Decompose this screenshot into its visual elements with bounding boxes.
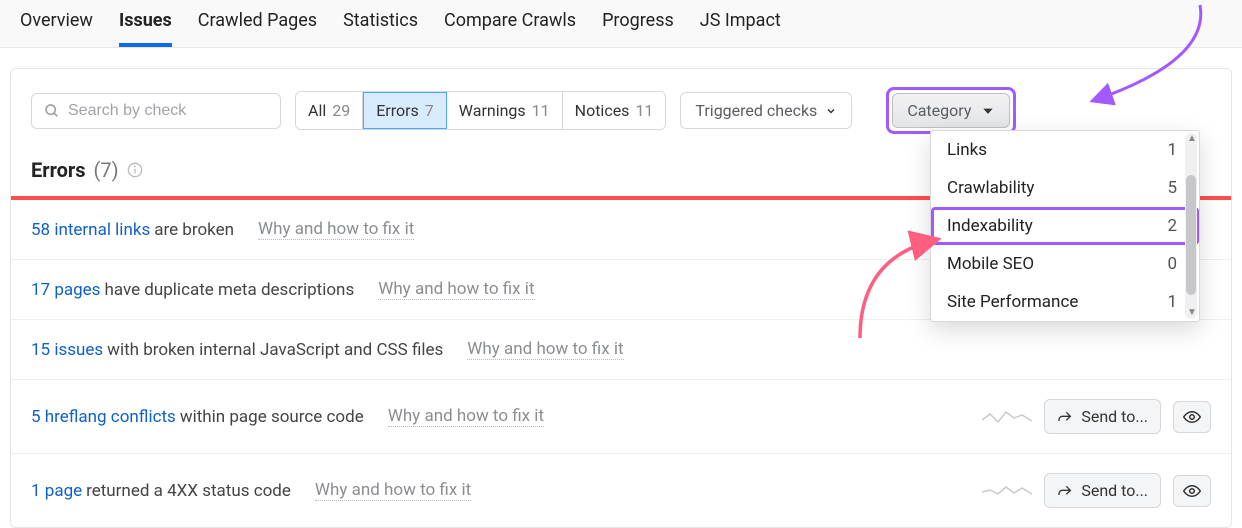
- dropdown-label: Triggered checks: [695, 101, 817, 120]
- category-popup: Links 1 Crawlability 5 Indexability 2 Mo…: [930, 130, 1200, 322]
- popup-scrollbar[interactable]: ▲ ▼: [1185, 133, 1197, 319]
- category-count: 1: [1167, 292, 1177, 312]
- category-item-mobile-seo[interactable]: Mobile SEO 0: [931, 245, 1199, 283]
- toolbar: All 29 Errors 7 Warnings 11 Notices 11 T…: [11, 87, 1231, 134]
- filter-all[interactable]: All 29: [296, 92, 363, 129]
- issue-row: 5 hreflang conflicts within page source …: [11, 380, 1231, 454]
- issue-link[interactable]: 5 hreflang conflicts: [31, 407, 176, 427]
- search-input[interactable]: [68, 102, 268, 120]
- category-label: Mobile SEO: [947, 254, 1034, 274]
- tab-js-impact[interactable]: JS Impact: [700, 10, 781, 47]
- filter-count: 29: [332, 101, 350, 120]
- issue-text: have duplicate meta descriptions: [104, 280, 354, 300]
- eye-icon: [1183, 408, 1201, 426]
- section-count: (7): [93, 158, 118, 182]
- chevron-down-icon: [825, 105, 837, 117]
- issue-text: are broken: [154, 220, 234, 240]
- triggered-checks-dropdown[interactable]: Triggered checks: [680, 92, 852, 129]
- category-count: 2: [1167, 216, 1177, 236]
- button-label: Send to...: [1081, 407, 1148, 426]
- send-to-button[interactable]: Send to...: [1044, 399, 1161, 434]
- filter-errors[interactable]: Errors 7: [363, 92, 447, 129]
- scroll-down-arrow[interactable]: ▼: [1187, 307, 1195, 319]
- category-highlight-box: Category: [886, 87, 1016, 134]
- search-icon: [44, 103, 60, 119]
- issue-text: within page source code: [180, 407, 364, 427]
- issue-row: 1 page returned a 4XX status code Why an…: [11, 454, 1231, 527]
- chevron-down-icon: [981, 104, 995, 118]
- filter-label: Errors: [376, 101, 419, 120]
- filter-notices[interactable]: Notices 11: [563, 92, 666, 129]
- category-dropdown[interactable]: Category: [892, 93, 1010, 128]
- filter-segment: All 29 Errors 7 Warnings 11 Notices 11: [295, 91, 666, 130]
- issue-link[interactable]: 17 pages: [31, 280, 100, 300]
- category-label: Links: [947, 140, 987, 160]
- tab-issues[interactable]: Issues: [119, 10, 172, 47]
- row-actions: Send to...: [982, 399, 1211, 434]
- eye-icon: [1183, 482, 1201, 500]
- tab-statistics[interactable]: Statistics: [343, 10, 418, 47]
- issue-fix-link[interactable]: Why and how to fix it: [258, 219, 414, 240]
- sparkline-icon: [982, 408, 1032, 426]
- sparkline-icon: [982, 482, 1032, 500]
- issue-text: returned a 4XX status code: [86, 481, 291, 501]
- filter-count: 11: [532, 101, 550, 120]
- button-label: Send to...: [1081, 481, 1148, 500]
- issue-fix-link[interactable]: Why and how to fix it: [315, 480, 471, 501]
- issue-link[interactable]: 1 page: [31, 481, 82, 501]
- category-label: Site Performance: [947, 292, 1078, 312]
- filter-label: Notices: [575, 101, 630, 120]
- filter-count: 11: [635, 101, 653, 120]
- share-arrow-icon: [1057, 483, 1073, 499]
- scroll-thumb[interactable]: [1186, 175, 1196, 295]
- hide-button[interactable]: [1173, 401, 1211, 433]
- category-label: Indexability: [947, 216, 1033, 236]
- issue-fix-link[interactable]: Why and how to fix it: [388, 406, 544, 427]
- filter-label: All: [308, 101, 326, 120]
- issue-link[interactable]: 15 issues: [31, 340, 103, 360]
- issue-text: with broken internal JavaScript and CSS …: [107, 340, 443, 360]
- category-item-site-performance[interactable]: Site Performance 1: [931, 283, 1199, 321]
- tab-progress[interactable]: Progress: [602, 10, 674, 47]
- issue-fix-link[interactable]: Why and how to fix it: [378, 279, 534, 300]
- tab-compare-crawls[interactable]: Compare Crawls: [444, 10, 576, 47]
- category-item-links[interactable]: Links 1: [931, 131, 1199, 169]
- section-title: Errors: [31, 158, 85, 182]
- search-box[interactable]: [31, 93, 281, 129]
- category-label: Crawlability: [947, 178, 1034, 198]
- issue-fix-link[interactable]: Why and how to fix it: [467, 339, 623, 360]
- tab-crawled-pages[interactable]: Crawled Pages: [198, 10, 317, 47]
- share-arrow-icon: [1057, 409, 1073, 425]
- hide-button[interactable]: [1173, 475, 1211, 507]
- dropdown-label: Category: [907, 101, 971, 120]
- issue-row: 15 issues with broken internal JavaScrip…: [11, 320, 1231, 380]
- issue-link[interactable]: 58 internal links: [31, 220, 150, 240]
- category-count: 5: [1167, 178, 1177, 198]
- category-count: 0: [1167, 254, 1177, 274]
- filter-warnings[interactable]: Warnings 11: [447, 92, 563, 129]
- category-item-indexability[interactable]: Indexability 2: [931, 207, 1199, 245]
- scroll-up-arrow[interactable]: ▲: [1187, 133, 1195, 145]
- category-count: 1: [1167, 140, 1177, 160]
- filter-count: 7: [425, 101, 434, 120]
- info-icon[interactable]: [127, 162, 143, 178]
- tab-overview[interactable]: Overview: [20, 10, 93, 47]
- filter-label: Warnings: [459, 101, 526, 120]
- nav-tabs: Overview Issues Crawled Pages Statistics…: [0, 0, 1242, 48]
- category-item-crawlability[interactable]: Crawlability 5: [931, 169, 1199, 207]
